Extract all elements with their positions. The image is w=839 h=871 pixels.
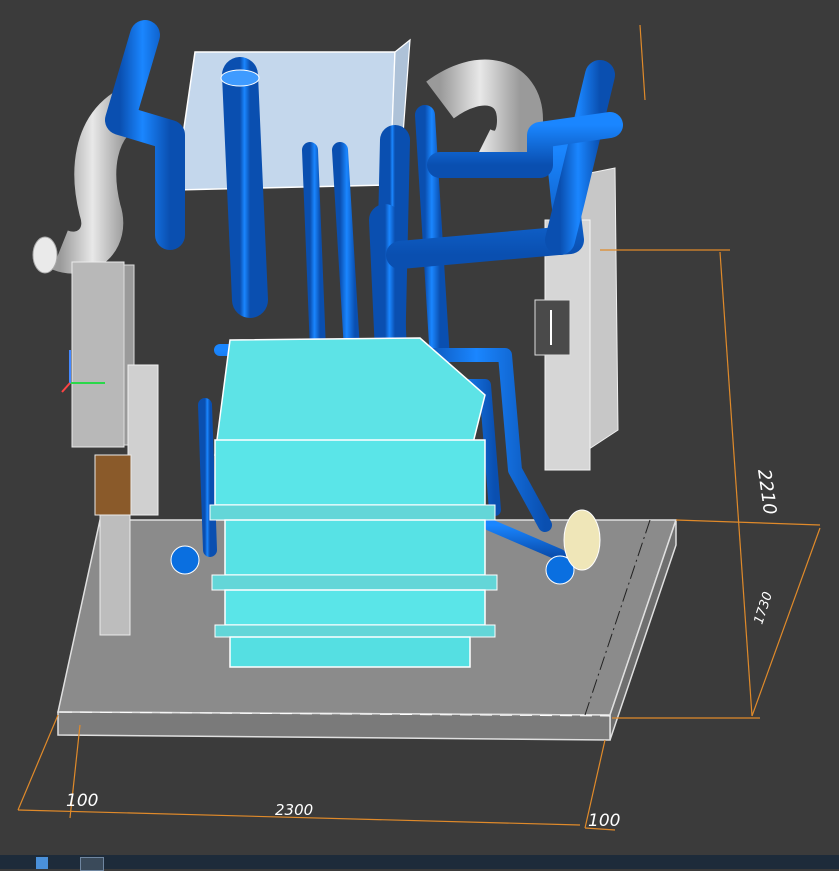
folder-icon[interactable] — [36, 857, 48, 869]
dim-right-offset-label: 100 — [588, 811, 620, 831]
model-scene[interactable]: 2210 1730 2300 100 100 — [0, 0, 839, 855]
left-flex-duct — [32, 92, 138, 274]
tank — [209, 337, 498, 668]
upper-housing — [174, 38, 411, 191]
dim-width-label: 2300 — [275, 801, 313, 819]
dim-depth-label: 1730 — [752, 590, 776, 626]
dim-height-label: 2210 — [753, 468, 780, 516]
right-flex-duct — [426, 59, 544, 177]
cad-viewport[interactable]: 2210 1730 2300 100 100 — [0, 0, 839, 855]
taskbar — [0, 855, 839, 871]
dim-left-offset-label: 100 — [66, 791, 98, 811]
